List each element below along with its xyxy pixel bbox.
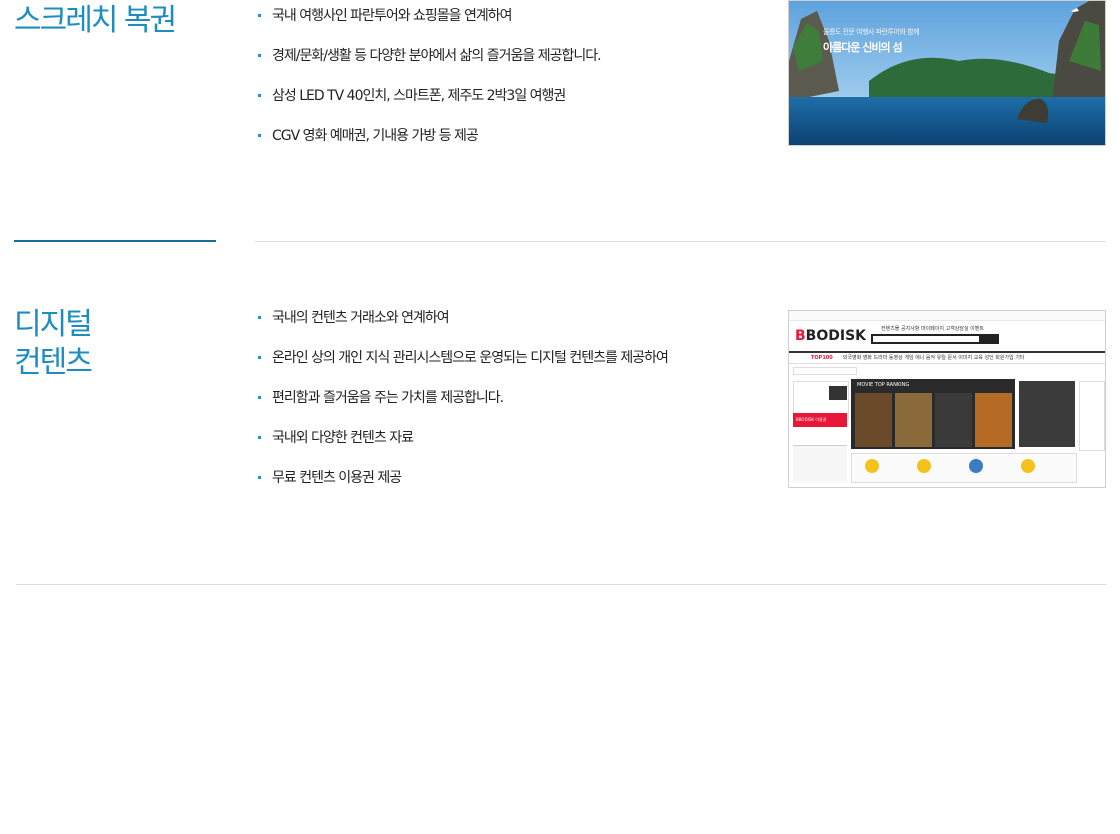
- mini-movie-poster: [935, 393, 972, 447]
- bbodisk-logo: BBODISK: [795, 328, 867, 344]
- mini-movie-poster: [855, 393, 892, 447]
- list-item: 국내 여행사인 파란투어와 쇼핑몰을 연계하여: [258, 0, 601, 40]
- bullet-icon: [258, 476, 261, 479]
- list-item: 경제/문화/생활 등 다양한 분야에서 삶의 즐거움을 제공합니다.: [258, 40, 602, 80]
- section-divider-accent: [14, 240, 216, 242]
- list-item: 무료 컨텐츠 이용권 제공: [258, 462, 668, 502]
- bullet-icon: [258, 14, 261, 17]
- bullet-icon: [258, 356, 261, 359]
- mini-login-button: [829, 386, 847, 400]
- mini-ranking-label: MOVIE TOP RANKING: [857, 382, 910, 388]
- list-item: 온라인 상의 개인 지식 관리시스템으로 운영되는 디지털 컨텐츠를 제공하여: [258, 342, 669, 382]
- bullet-icon: [258, 134, 261, 137]
- mini-top-bar: [789, 311, 1105, 321]
- mini-top100-label: TOP100: [811, 355, 833, 361]
- list-item: 국내외 다양한 컨텐츠 자료: [258, 422, 668, 462]
- section-title-line: 컨텐츠: [14, 345, 93, 380]
- mini-event-strip: [851, 453, 1077, 483]
- mini-side-panel: [1019, 381, 1075, 447]
- list-item: 국내의 컨텐츠 거래소와 연계하여: [258, 302, 668, 342]
- image-caption-small: 울릉도 전문 여행사 파란투어와 함께: [823, 28, 920, 36]
- section-divider: [255, 241, 1106, 242]
- mini-event-icon: [1021, 459, 1035, 473]
- section-title-line: 디지털: [14, 307, 93, 342]
- mini-search-button: [981, 334, 999, 344]
- section-title-digital: 디지털 컨텐츠: [14, 306, 93, 382]
- mini-notice-box: [793, 445, 847, 483]
- mini-sub-box: [793, 367, 857, 375]
- scratch-bullet-list: 국내 여행사인 파란투어와 쇼핑몰을 연계하여 경제/문화/생활 등 다양한 분…: [258, 0, 602, 160]
- mini-movie-poster: [895, 393, 932, 447]
- island-landscape-illustration: [789, 1, 1105, 145]
- bullet-icon: [258, 54, 261, 57]
- mini-search-box: [871, 334, 981, 344]
- mini-category-menu: TOP100 외국영화 영화 드라마 동영상 게임 애니 음악 유틸 문서 이미지…: [789, 351, 1105, 364]
- island-travel-image: 울릉도 전문 여행사 파란투어와 함께 아름다운 신비의 섬: [788, 0, 1106, 146]
- mini-event-icon: [865, 459, 879, 473]
- list-item: 편리함과 즐거움을 주는 가치를 제공합니다.: [258, 382, 668, 422]
- mini-movie-poster: [975, 393, 1012, 447]
- bottom-divider: [16, 584, 1106, 585]
- bullet-icon: [258, 94, 261, 97]
- bullet-icon: [258, 396, 261, 399]
- mini-right-menu: [1079, 381, 1105, 451]
- bullet-icon: [258, 436, 261, 439]
- section-title-scratch: 스크레치 복권: [14, 2, 177, 40]
- image-caption-large: 아름다운 신비의 섬: [823, 41, 903, 54]
- mini-event-icon: [969, 459, 983, 473]
- mini-gnb: 컨텐츠몰 공지사항 마이페이지 고객상담실 이벤트: [881, 326, 984, 332]
- bbodisk-site-screenshot: BBODISK 컨텐츠몰 공지사항 마이페이지 고객상담실 이벤트 TOP100…: [788, 310, 1106, 488]
- mini-menu-items: 외국영화 영화 드라마 동영상 게임 애니 음악 유틸 문서 이미지 교육 성인…: [842, 355, 1025, 361]
- mini-event-icon: [917, 459, 931, 473]
- section-title-line: 스크레치 복권: [14, 3, 177, 38]
- digital-bullet-list: 국내의 컨텐츠 거래소와 연계하여 온라인 상의 개인 지식 관리시스템으로 운…: [258, 302, 669, 502]
- bullet-icon: [258, 316, 261, 319]
- list-item: CGV 영화 예매권, 기내용 가방 등 제공: [258, 120, 601, 160]
- list-item: 삼성 LED TV 40인치, 스마트폰, 제주도 2박3일 여행권: [258, 80, 601, 120]
- mini-red-banner: BBODISK 이용권: [793, 413, 847, 427]
